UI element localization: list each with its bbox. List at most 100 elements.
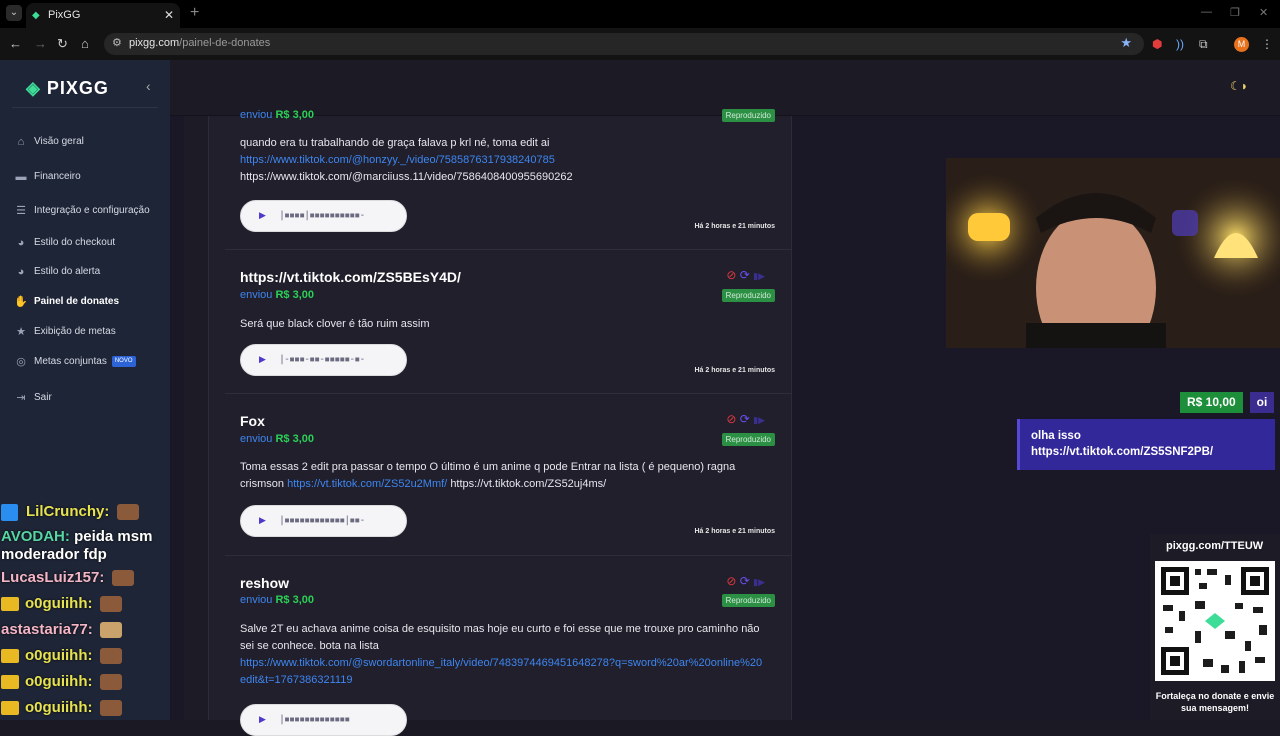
alert-message: olha isso https://vt.tiktok.com/ZS5SNF2PB… [1017,419,1275,470]
block-icon[interactable]: ⊘ [726,268,736,282]
emote-icon [99,648,122,665]
target-icon: ◎ [16,356,26,368]
donation-card: Fox ⊘ ⟳ ▮▶ enviou R$ 3,00 Reproduzido To… [225,395,791,556]
donation-card: enviou R$ 3,00 Reproduzido quando era tu… [225,106,791,250]
emote-icon [99,700,122,717]
status-badge: Reproduzido [721,289,775,302]
waveform[interactable]: |-▪▪▪-▪▪-▪▪▪▪▪-▪- [279,354,365,365]
block-icon[interactable]: ⊘ [726,412,736,426]
chat-line: o0guiihh: [1,595,122,613]
donation-time: Há 2 horas e 21 minutos [694,223,775,230]
sidebar-item-painel-donates[interactable]: ✋ Painel de donates [12,291,162,313]
block-icon[interactable]: ⊘ [726,574,736,588]
donor-name: https://vt.tiktok.com/ZS5BEsY4D/ [240,269,461,285]
sidebar-item-exibicao-metas[interactable]: ★ Exibição de metas [12,321,162,343]
audio-player[interactable]: ▶ |▪▪▪▪|▪▪▪▪▪▪▪▪▪▪- [240,200,407,232]
chat-line: AVODAH: peida msm [1,528,153,545]
status-badge: Reproduzido [721,594,775,607]
card-actions: ⊘ ⟳ ▮▶ [726,268,765,282]
new-badge: NOVO [111,355,136,367]
profile-avatar[interactable]: M [1234,37,1249,52]
qr-url: pixgg.com/TTEUW [1166,540,1264,552]
alert-name: oi [1250,392,1274,413]
extension-wave-icon[interactable]: )) [1176,37,1184,51]
message-link[interactable]: https://www.tiktok.com/@honzyy._/video/7… [240,154,555,166]
status-badge: Reproduzido [721,109,775,122]
home-button-icon[interactable]: ⌂ [81,36,89,51]
emote-icon [116,504,139,521]
donation-message: quando era tu trabalhando de graça falav… [240,137,573,183]
status-badge: Reproduzido [721,433,775,446]
donation-sent: enviou R$ 3,00 [240,594,315,606]
address-bar[interactable]: ⚙ pixgg.com/painel-de-donates ★ [104,33,1144,55]
logout-icon: ⇥ [16,392,26,404]
pixgg-logo[interactable]: ◈ PIXGG [26,78,109,99]
browser-menu-icon[interactable]: ⋮ [1261,37,1273,51]
theme-toggle-moon-icon[interactable]: ☾◗ [1230,79,1248,93]
sidebar-item-visao-geral[interactable]: ⌂ Visão geral [12,131,162,153]
qr-caption: Fortaleça no donate e envie sua mensagem… [1155,691,1275,713]
audio-player[interactable]: ▶ |-▪▪▪-▪▪-▪▪▪▪▪-▪- [240,344,407,376]
message-link[interactable]: https://vt.tiktok.com/ZS52u2Mmf/ [287,478,447,490]
extensions-puzzle-icon[interactable]: ⧉ [1199,37,1208,52]
play-icon[interactable]: ▶ [259,515,266,526]
skip-icon[interactable]: ▮▶ [753,271,765,281]
sidebar-item-integracao[interactable]: ☰ Integração e configuração [12,200,162,222]
donation-sent: enviou R$ 3,00 [240,289,315,301]
list-icon: ☰ [16,205,26,217]
waveform[interactable]: |▪▪▪▪▪▪▪▪▪▪▪▪|▪▪- [279,515,365,526]
crown-badge-icon [1,701,19,716]
window-close-icon[interactable]: ✕ [1259,6,1268,19]
sidebar-item-estilo-checkout[interactable]: ◕ Estilo do checkout [12,232,162,254]
donate-icon: ✋ [14,296,28,308]
donation-time: Há 2 horas e 21 minutos [694,367,775,374]
reload-icon[interactable]: ↻ [57,36,68,52]
chat-line: LilCrunchy: [1,503,139,521]
forward-icon[interactable]: → [34,36,47,51]
restore-icon[interactable]: ❐ [1230,6,1240,19]
sidebar-item-sair[interactable]: ⇥ Sair [12,387,162,409]
card-actions: ⊘ ⟳ ▮▶ [726,412,765,426]
tab-search-button[interactable]: ⌄ [6,5,22,21]
chat-line: o0guiihh: [1,673,122,691]
sidebar-item-financeiro[interactable]: ▬ Financeiro [12,166,162,188]
chat-line: LucasLuiz157: [1,569,134,587]
donation-card: https://vt.tiktok.com/ZS5BEsY4D/ ⊘ ⟳ ▮▶ … [225,251,791,394]
alert-amount: R$ 10,00 [1180,392,1243,413]
new-tab-button[interactable]: + [190,4,199,22]
donor-name: reshow [240,575,290,591]
chat-line: o0guiihh: [1,647,122,665]
divider [12,107,158,108]
donor-name: Fox [240,413,265,429]
emote-icon [99,596,122,613]
qr-code [1155,561,1275,681]
back-icon[interactable]: ← [9,36,22,51]
bookmark-star-icon[interactable]: ★ [1120,35,1132,51]
extension-shield-icon[interactable]: ⬢ [1152,37,1162,51]
pixgg-favicon: ◆ [32,10,40,21]
donation-card: reshow ⊘ ⟳ ▮▶ enviou R$ 3,00 Reproduzido… [225,557,791,736]
webcam-overlay [946,158,1280,348]
emote-icon [111,570,134,587]
replay-icon[interactable]: ⟳ [740,574,750,588]
message-link[interactable]: https://www.tiktok.com/@swordartonline_i… [240,657,762,686]
waveform[interactable]: |▪▪▪▪|▪▪▪▪▪▪▪▪▪▪- [279,210,365,221]
site-info-icon[interactable]: ⚙ [112,36,122,49]
donation-sent: enviou R$ 3,00 [240,433,315,445]
play-icon[interactable]: ▶ [259,210,266,221]
replay-icon[interactable]: ⟳ [740,268,750,282]
play-icon[interactable]: ▶ [259,354,266,365]
sidebar-item-estilo-alerta[interactable]: ◕ Estilo do alerta [12,261,162,283]
replay-icon[interactable]: ⟳ [740,412,750,426]
audio-player[interactable]: ▶ |▪▪▪▪▪▪▪▪▪▪▪▪▪ [240,704,407,736]
skip-icon[interactable]: ▮▶ [753,577,765,587]
crown-badge-icon [1,675,19,690]
close-tab-icon[interactable]: ✕ [164,3,174,27]
browser-tab[interactable]: ◆ PixGG ✕ [26,3,180,28]
sidebar-item-metas-conjuntas[interactable]: ◎ Metas conjuntas NOVO [12,351,162,373]
skip-icon[interactable]: ▮▶ [753,415,765,425]
minimize-icon[interactable]: — [1201,6,1212,18]
audio-player[interactable]: ▶ |▪▪▪▪▪▪▪▪▪▪▪▪|▪▪- [240,505,407,537]
donation-message: Salve 2T eu achava anime coisa de esquis… [240,623,763,686]
collapse-sidebar-icon[interactable]: ‹ [146,78,151,94]
